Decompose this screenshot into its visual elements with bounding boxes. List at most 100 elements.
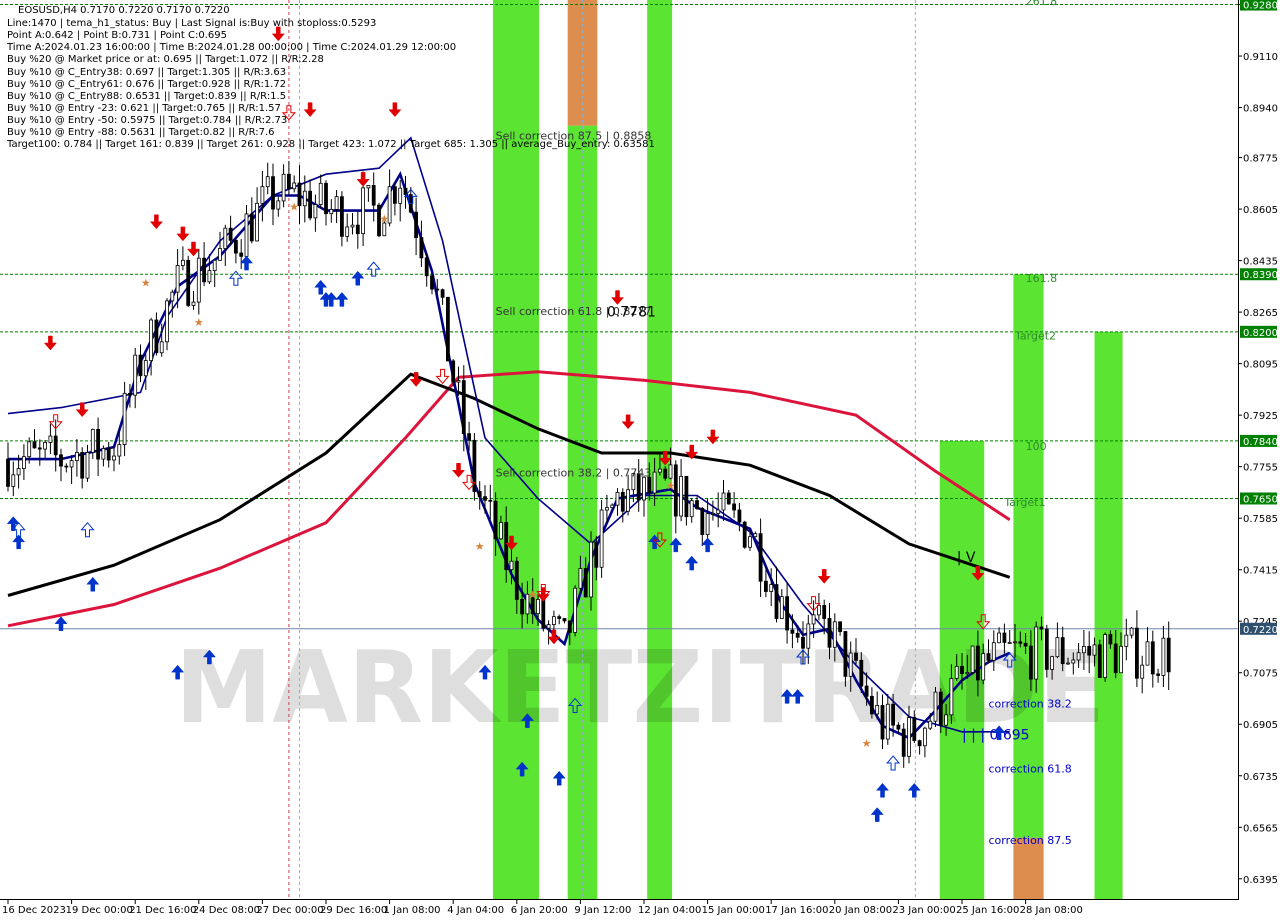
zone-green bbox=[1094, 331, 1123, 900]
candle-body bbox=[986, 653, 991, 661]
time-tick-label: 24 Dec 08:00 bbox=[193, 905, 260, 916]
candle-body bbox=[589, 541, 593, 598]
price-tick-label: 0.8605 bbox=[1243, 205, 1278, 216]
candle-body bbox=[838, 621, 842, 632]
time-tick-label: 23 Jan 00:00 bbox=[892, 905, 955, 916]
time-tick-label: 21 Dec 16:00 bbox=[129, 905, 196, 916]
star-icon: ★ bbox=[528, 588, 538, 601]
candle-body bbox=[1050, 656, 1054, 670]
candle-body bbox=[265, 176, 270, 188]
star-icon: ★ bbox=[862, 737, 872, 750]
candle-body bbox=[371, 185, 376, 206]
time-tick-label: 15 Jan 00:00 bbox=[702, 905, 765, 916]
candle-body bbox=[912, 717, 917, 742]
candle-body bbox=[732, 503, 736, 511]
info-line: Buy %20 @ Market price or at: 0.695 || T… bbox=[7, 54, 324, 65]
candle-body bbox=[1002, 632, 1007, 643]
candle-body bbox=[1087, 645, 1092, 656]
candle-body bbox=[504, 522, 509, 571]
candle-body bbox=[112, 455, 116, 461]
candle-body bbox=[684, 475, 689, 518]
candle-body bbox=[292, 182, 297, 190]
time-tick-label: 27 Dec 00:00 bbox=[256, 905, 323, 916]
candle-body bbox=[223, 227, 228, 249]
candle-body bbox=[276, 200, 281, 210]
candle-body bbox=[520, 598, 524, 615]
candle-body bbox=[1113, 643, 1118, 674]
candle-body bbox=[445, 296, 450, 362]
candle-body bbox=[122, 392, 127, 445]
candle-body bbox=[175, 265, 180, 293]
candle-body bbox=[620, 492, 625, 512]
candle-body bbox=[43, 442, 47, 450]
candle-body bbox=[938, 691, 943, 726]
price-tick-label: 0.8775 bbox=[1243, 154, 1278, 165]
level-label: correction 87.5 bbox=[989, 834, 1072, 847]
candle-body bbox=[1161, 637, 1166, 676]
candle-body bbox=[106, 448, 111, 461]
candle-body bbox=[498, 522, 503, 540]
candle-body bbox=[117, 444, 122, 457]
candle-body bbox=[1119, 645, 1123, 674]
candle-body bbox=[1092, 644, 1097, 656]
candle-body bbox=[239, 252, 244, 257]
candle-body bbox=[965, 672, 970, 675]
candle-body bbox=[350, 224, 355, 228]
candle-body bbox=[228, 227, 233, 241]
candle-body bbox=[700, 508, 705, 535]
candle-body bbox=[1071, 659, 1076, 664]
candle-body bbox=[790, 629, 795, 634]
candle-body bbox=[970, 645, 975, 673]
candle-body bbox=[885, 703, 890, 740]
candle-body bbox=[960, 665, 964, 675]
candle-body bbox=[817, 605, 821, 616]
info-line: Buy %10 @ C_Entry88: 0.6531 || Target:0.… bbox=[7, 91, 286, 102]
candle-body bbox=[53, 435, 58, 456]
candle-body bbox=[663, 468, 668, 479]
candle-body bbox=[493, 500, 498, 540]
price-tick-label: 0.8435 bbox=[1243, 257, 1278, 268]
candle-body bbox=[875, 705, 880, 715]
price-tick-label: 0.7415 bbox=[1243, 566, 1278, 577]
candle-body bbox=[832, 621, 837, 648]
level-label: 261.8 bbox=[1026, 0, 1058, 8]
candle-body bbox=[1039, 626, 1044, 630]
candle-body bbox=[944, 714, 948, 726]
candle-body bbox=[324, 182, 328, 215]
candle-body bbox=[1055, 637, 1060, 658]
time-tick-label: 9 Jan 12:00 bbox=[574, 905, 631, 916]
candle-body bbox=[605, 507, 609, 511]
candle-body bbox=[419, 237, 424, 259]
candle-body bbox=[928, 720, 933, 729]
candle-body bbox=[806, 623, 811, 649]
candle-body bbox=[567, 620, 572, 633]
candle-body bbox=[271, 176, 275, 210]
candle-body bbox=[652, 471, 657, 494]
price-tag-label: 0.8390 bbox=[1243, 270, 1278, 281]
candle-body bbox=[594, 541, 599, 568]
candle-body bbox=[32, 441, 37, 449]
candle-body bbox=[180, 259, 185, 266]
candle-body bbox=[37, 447, 42, 450]
candle-body bbox=[557, 616, 562, 619]
price-tick-label: 0.7925 bbox=[1243, 411, 1278, 422]
candle-body bbox=[461, 380, 466, 435]
candle-body bbox=[249, 213, 254, 242]
star-icon: ★ bbox=[475, 540, 485, 553]
candle-body bbox=[896, 724, 901, 730]
price-tick-label: 0.8265 bbox=[1243, 308, 1278, 319]
annotation-label: | V bbox=[957, 550, 976, 566]
candle-body bbox=[21, 456, 26, 469]
price-tag-label: 0.9280 bbox=[1243, 1, 1278, 12]
candle-body bbox=[779, 596, 784, 619]
candle-body bbox=[1018, 641, 1023, 644]
candle-body bbox=[101, 448, 106, 460]
candle-body bbox=[880, 705, 885, 740]
candle-body bbox=[748, 536, 752, 548]
candle-body bbox=[11, 474, 16, 487]
candle-body bbox=[689, 500, 694, 518]
candle-body bbox=[1013, 641, 1017, 644]
candle-body bbox=[488, 499, 493, 502]
candle-body bbox=[758, 533, 763, 582]
star-icon: ★ bbox=[379, 213, 389, 226]
